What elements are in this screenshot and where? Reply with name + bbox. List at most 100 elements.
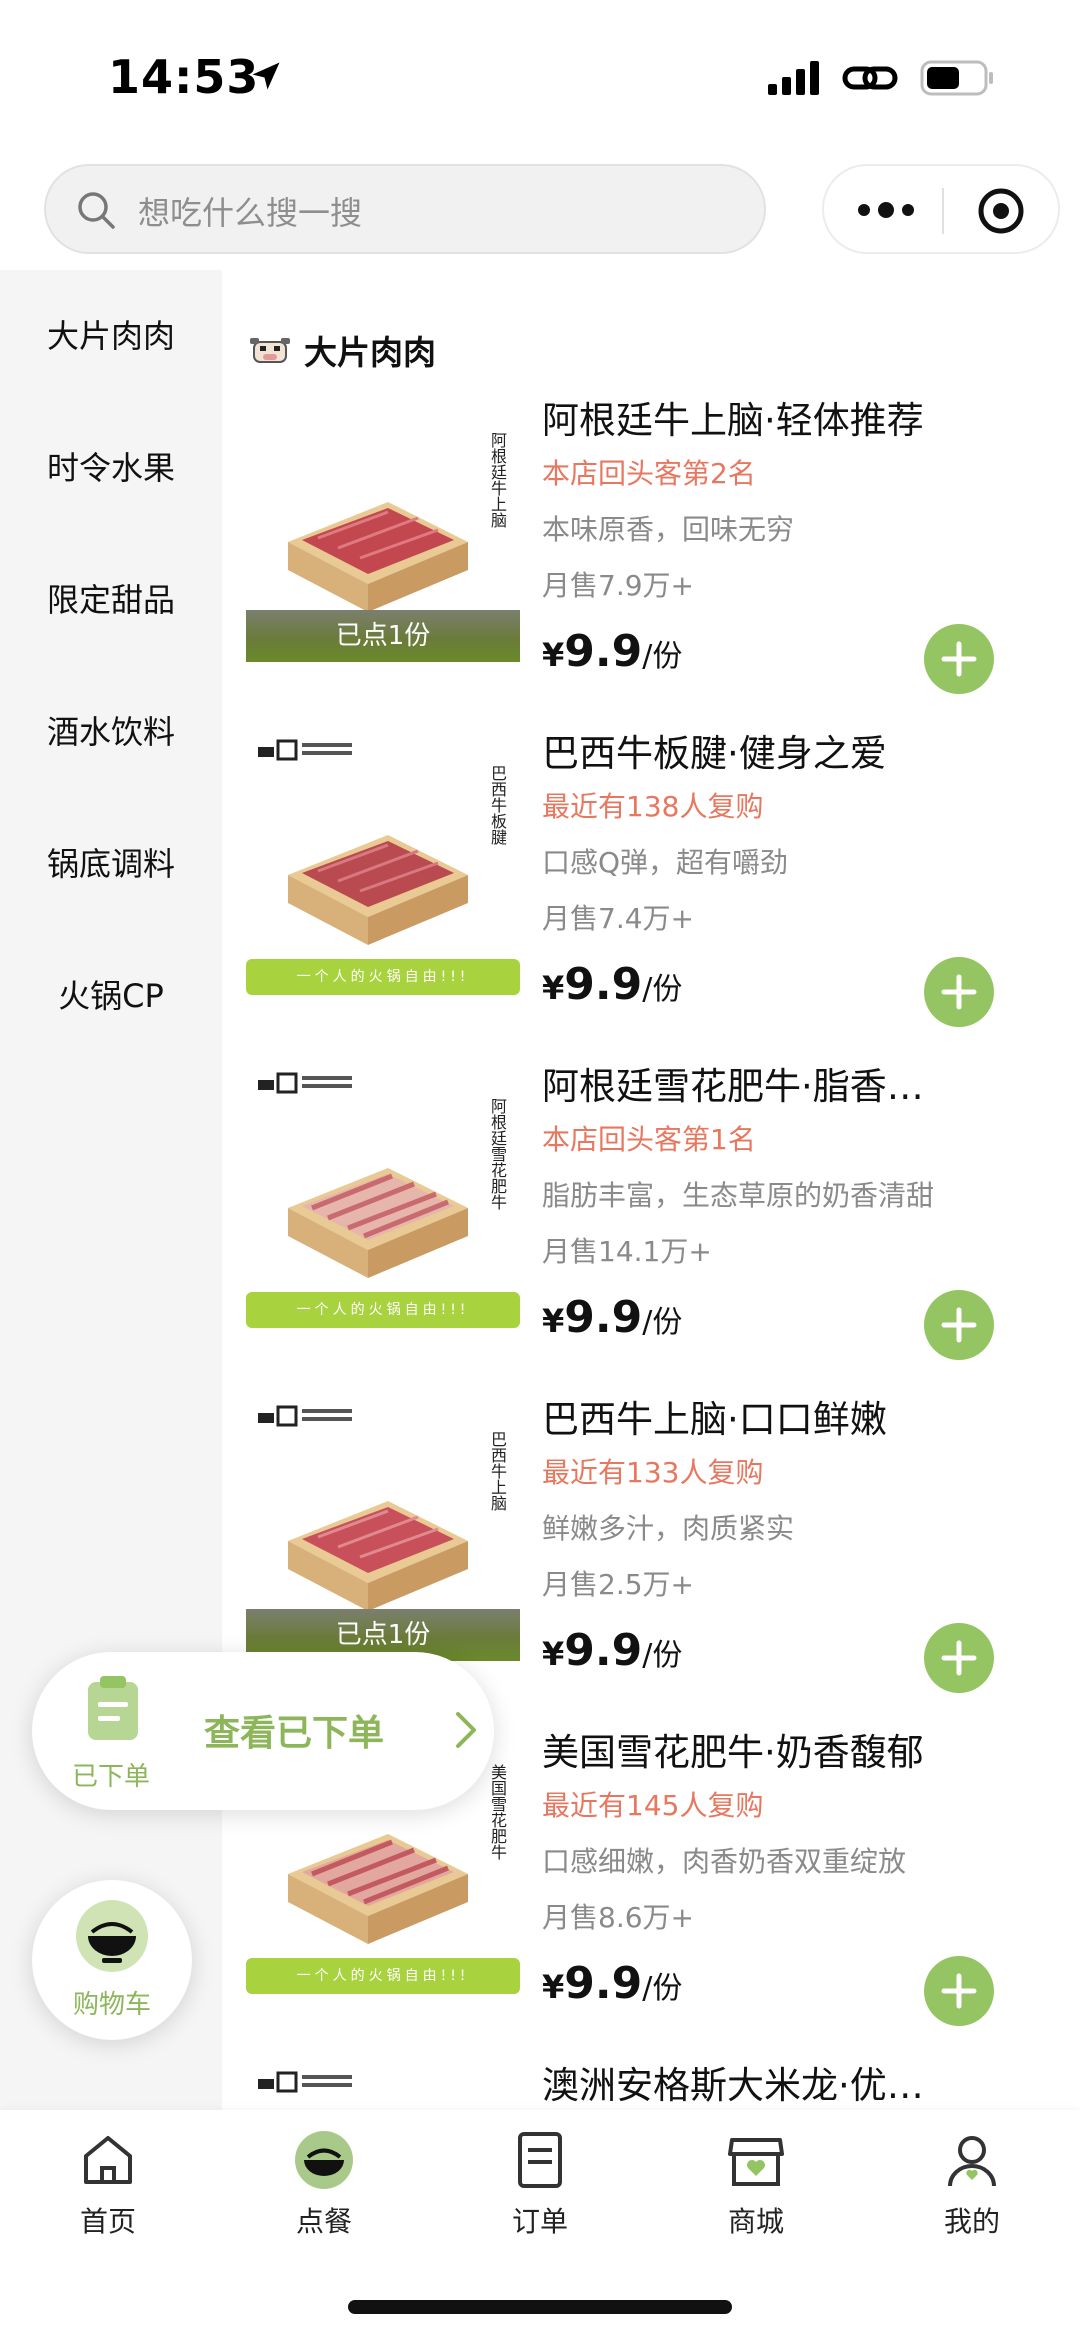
category-title: 大片肉肉 (304, 333, 436, 372)
product-name[interactable]: 澳洲安格斯大米龙·优… (542, 2055, 1062, 2109)
product-desc: 口感Q弹，超有嚼劲 (542, 846, 789, 879)
product-price: ¥9.9/份 (542, 1292, 682, 1343)
sidebar-item-dessert[interactable]: 限定甜品 (0, 570, 222, 630)
price-unit: /份 (642, 1971, 683, 2006)
sidebar-item-soup-base[interactable]: 锅底调料 (0, 834, 222, 894)
store-icon (728, 2138, 784, 2186)
price-currency: ¥ (542, 1635, 565, 1673)
product-sales: 月售7.4万+ (542, 902, 694, 935)
product-tag: 最近有133人复购 (542, 1456, 764, 1489)
cellular-signal-icon (768, 61, 819, 95)
status-bar: 14:53 (0, 0, 1080, 150)
cow-icon (250, 338, 290, 363)
product-image[interactable] (246, 2055, 520, 2110)
tab-home-label: 首页 (79, 2205, 136, 2238)
tab-orders[interactable]: 订单 (460, 2110, 620, 2250)
product-sales: 月售14.1万+ (542, 1235, 712, 1268)
product-image[interactable]: 巴西牛上脑 已点1份 (246, 1389, 520, 1661)
meat-box-image (288, 502, 468, 612)
product-image[interactable]: 阿根廷牛上脑 已点1份 (246, 390, 520, 662)
brand-logo (258, 1070, 358, 1096)
product-tag: 最近有145人复购 (542, 1789, 764, 1822)
sidebar-item-hotpot-cp[interactable]: 火锅CP (0, 966, 222, 1026)
tab-orders-label: 订单 (511, 2205, 568, 2238)
clipboard-icon (88, 1676, 138, 1740)
add-to-cart-button[interactable] (924, 1290, 994, 1360)
cart-label: 购物车 (72, 1990, 151, 2020)
product-desc: 鲜嫩多汁，肉质紧实 (542, 1512, 795, 1545)
product-image[interactable]: 巴西牛板腱 一个人的火锅自由!!! (246, 723, 520, 995)
close-target-icon[interactable] (976, 186, 1026, 236)
product-name[interactable]: 巴西牛板腱·健身之爱 (542, 723, 1062, 777)
product-sales: 月售8.6万+ (542, 1901, 694, 1934)
price-amount: 9.9 (564, 1625, 643, 1676)
meat-box-image (288, 835, 468, 945)
battery-icon (920, 60, 993, 96)
plus-icon (941, 974, 977, 1010)
tab-order-food[interactable]: 点餐 (244, 2110, 404, 2250)
add-to-cart-button[interactable] (924, 957, 994, 1027)
tab-home[interactable]: 首页 (28, 2110, 188, 2250)
plus-icon (941, 641, 977, 677)
brand-logo (258, 1403, 358, 1429)
product-card[interactable]: 澳洲安格斯大米龙·优… (222, 2055, 1080, 2110)
capsule-divider (942, 188, 944, 234)
product-card[interactable]: 阿根廷雪花肥牛 一个人的火锅自由!!! 阿根廷雪花肥牛·脂香… 本店回头客第1名… (222, 1056, 1080, 1389)
add-to-cart-button[interactable] (924, 1623, 994, 1693)
location-arrow-icon (252, 62, 280, 90)
category-sidebar: 大片肉肉 时令水果 限定甜品 酒水饮料 锅底调料 火锅CP (0, 270, 222, 2110)
product-card[interactable]: 巴西牛板腱 一个人的火锅自由!!! 巴西牛板腱·健身之爱 最近有138人复购 口… (222, 723, 1080, 1056)
product-price: ¥9.9/份 (542, 1958, 682, 2009)
brand-logo (258, 2069, 358, 2095)
brand-slogan: 一个人的火锅自由!!! (246, 1292, 520, 1328)
product-desc: 本味原香，回味无穷 (542, 513, 795, 546)
product-sales: 月售2.5万+ (542, 1568, 694, 1601)
ordered-count-badge: 已点1份 (246, 610, 520, 662)
miniprogram-capsule (822, 164, 1060, 254)
orders-label: 已下单 (72, 1762, 151, 1792)
brand-slogan: 一个人的火锅自由!!! (246, 959, 520, 995)
search-placeholder: 想吃什么搜一搜 (138, 194, 363, 232)
product-name[interactable]: 美国雪花肥牛·奶香馥郁 (542, 1722, 1062, 1776)
order-list-icon (518, 2132, 562, 2188)
cart-button[interactable]: 购物车 (32, 1880, 192, 2040)
home-indicator[interactable] (348, 2300, 732, 2314)
user-icon (948, 2136, 996, 2187)
price-currency: ¥ (542, 1302, 565, 1340)
more-dots-icon[interactable] (854, 193, 918, 227)
product-price: ¥9.9/份 (542, 626, 682, 677)
tab-mall[interactable]: 商城 (676, 2110, 836, 2250)
price-unit: /份 (642, 639, 683, 674)
tab-profile-label: 我的 (943, 2205, 1000, 2238)
product-card[interactable]: 阿根廷牛上脑 已点1份 阿根廷牛上脑·轻体推荐 本店回头客第2名 本味原香，回味… (222, 390, 1080, 723)
product-tag: 本店回头客第2名 (542, 457, 756, 490)
search-input[interactable]: 想吃什么搜一搜 (44, 164, 766, 254)
product-sales: 月售7.9万+ (542, 569, 694, 602)
brand-slogan: 一个人的火锅自由!!! (246, 1958, 520, 1994)
price-unit: /份 (642, 972, 683, 1007)
hotspot-link-icon (842, 66, 898, 90)
view-orders-label: 查看已下单 (204, 1713, 385, 1754)
product-price: ¥9.9/份 (542, 1625, 682, 1676)
sidebar-item-drinks[interactable]: 酒水饮料 (0, 702, 222, 762)
add-to-cart-button[interactable] (924, 624, 994, 694)
hotpot-bowl-icon (76, 1900, 148, 1972)
plus-icon (941, 1973, 977, 2009)
meat-box-image (288, 1168, 468, 1278)
price-amount: 9.9 (564, 959, 643, 1010)
price-currency: ¥ (542, 636, 565, 674)
sidebar-item-meat[interactable]: 大片肉肉 (0, 306, 222, 366)
view-orders-button[interactable]: 已下单 查看已下单 (32, 1652, 494, 1810)
status-time: 14:53 (108, 50, 260, 104)
tab-profile[interactable]: 我的 (892, 2110, 1052, 2250)
product-name[interactable]: 阿根廷雪花肥牛·脂香… (542, 1056, 1062, 1110)
product-name[interactable]: 阿根廷牛上脑·轻体推荐 (542, 390, 1062, 444)
price-currency: ¥ (542, 969, 565, 1007)
sidebar-item-fruit[interactable]: 时令水果 (0, 438, 222, 498)
brand-logo (258, 737, 358, 763)
price-amount: 9.9 (564, 1958, 643, 2009)
add-to-cart-button[interactable] (924, 1956, 994, 2026)
product-name[interactable]: 巴西牛上脑·口口鲜嫩 (542, 1389, 1062, 1443)
plus-icon (941, 1640, 977, 1676)
product-image[interactable]: 阿根廷雪花肥牛 一个人的火锅自由!!! (246, 1056, 520, 1328)
